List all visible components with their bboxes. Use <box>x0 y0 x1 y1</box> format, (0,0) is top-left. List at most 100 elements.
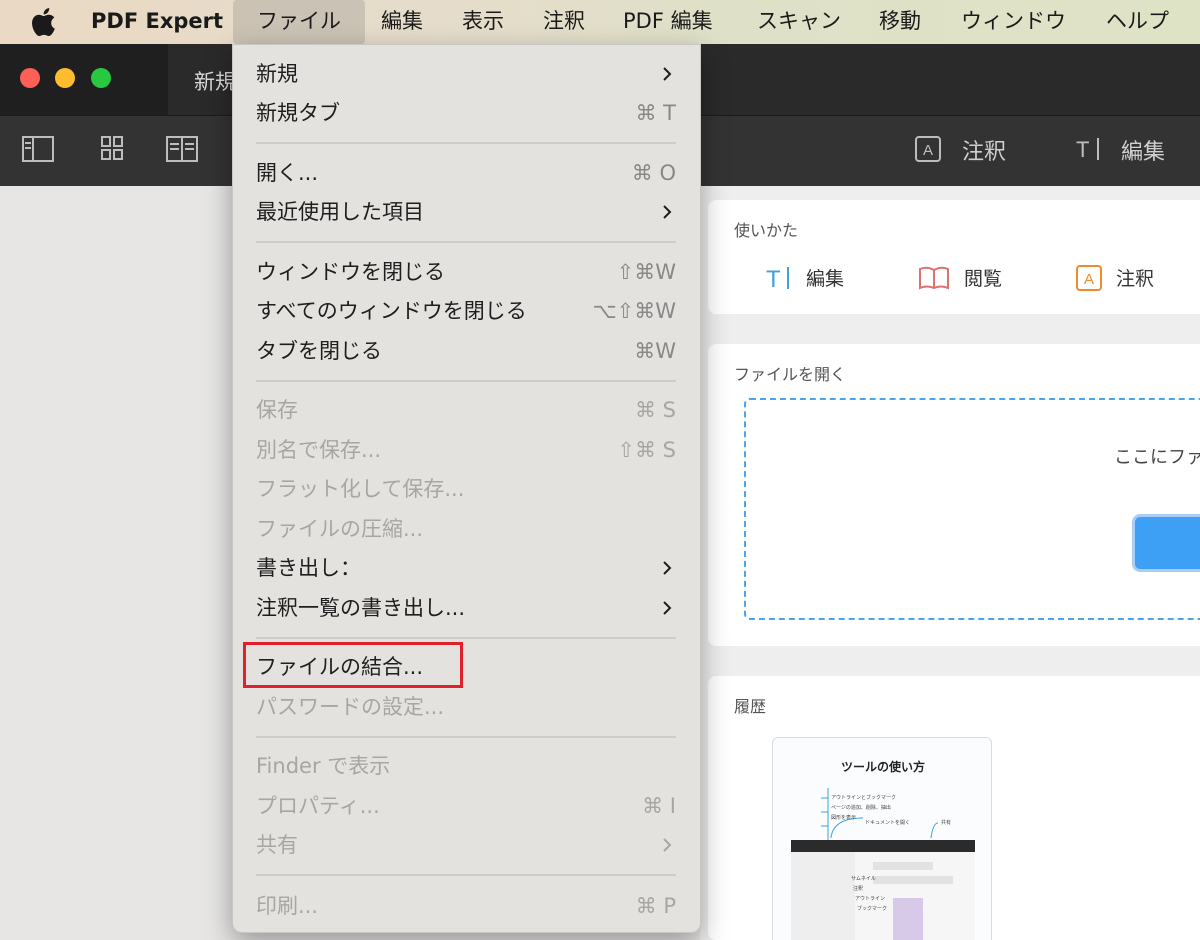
menu-file[interactable]: ファイル <box>233 0 365 44</box>
menu-item-shortcut: ⇧⌘ S <box>617 438 676 462</box>
chevron-right-icon <box>663 601 672 615</box>
grid-view-icon[interactable] <box>101 136 123 160</box>
menu-item-label: 書き出し： <box>256 556 361 580</box>
menu-item-shortcut: ⌘ O <box>631 161 676 185</box>
chevron-right-icon <box>663 561 672 575</box>
menu-annotate[interactable]: 注釈 <box>543 0 585 44</box>
menu-item-set-password[interactable]: パスワードの設定... <box>256 687 676 727</box>
menu-app-name[interactable]: PDF Expert <box>91 0 223 44</box>
menu-item-print[interactable]: 印刷... ⌘ P <box>256 886 676 926</box>
menu-item-export[interactable]: 書き出し： <box>256 548 676 588</box>
menu-item-show-in-finder[interactable]: Finder で表示 <box>256 746 676 786</box>
menu-separator <box>256 736 676 738</box>
menu-item-shortcut: ⌥⇧⌘W <box>592 299 676 323</box>
menu-item-compress[interactable]: ファイルの圧縮... <box>256 509 676 549</box>
menu-item-flatten-save[interactable]: フラット化して保存... <box>256 469 676 509</box>
choose-file-button[interactable] <box>1132 514 1200 572</box>
menu-item-shortcut: ⌘ S <box>634 398 676 422</box>
usage-edit-label: 編集 <box>806 268 845 290</box>
thumbnail-text: 注釈 <box>853 886 864 892</box>
usage-annotate-item[interactable]: A 注釈 <box>1076 264 1154 291</box>
menu-item-label: プロパティ... <box>256 794 380 818</box>
minimize-window-button[interactable] <box>55 68 75 88</box>
menu-item-open[interactable]: 開く... ⌘ O <box>256 153 676 193</box>
usage-annotate-label: 注釈 <box>1116 268 1155 290</box>
apple-icon[interactable] <box>30 7 56 37</box>
menu-item-label: フラット化して保存... <box>256 477 465 501</box>
menu-separator <box>256 874 676 876</box>
edit-text-mode-icon[interactable]: T <box>1076 136 1102 162</box>
annotate-icon: A <box>1076 264 1102 291</box>
usage-read-item[interactable]: 閲覧 <box>918 264 1002 291</box>
thumbnail-text: アウトライン <box>855 896 886 902</box>
menu-item-export-annotations[interactable]: 注釈一覧の書き出し... <box>256 588 676 628</box>
menu-go[interactable]: 移動 <box>879 0 921 44</box>
menu-item-label: ファイルの圧縮... <box>256 517 424 541</box>
menu-scan[interactable]: スキャン <box>757 0 841 44</box>
chevron-right-icon <box>663 205 672 219</box>
toolbar-edit-label[interactable]: 編集 <box>1121 134 1165 166</box>
thumbnail-text: ページの追加、削除、抽出 <box>831 805 891 811</box>
merge-files-highlight-box <box>243 642 463 688</box>
menu-item-open-recent[interactable]: 最近使用した項目 <box>256 192 676 232</box>
menu-item-label: Finder で表示 <box>256 754 391 778</box>
sidebar-toggle-icon[interactable] <box>22 136 54 162</box>
menu-item-label: 保存 <box>256 398 298 422</box>
menu-pdf-edit[interactable]: PDF 編集 <box>623 0 713 44</box>
menu-item-label: タブを閉じる <box>256 339 382 363</box>
usage-card-title: 使いかた <box>734 221 799 240</box>
menu-item-label: 最近使用した項目 <box>256 200 424 224</box>
toolbar-annotate-label[interactable]: 注釈 <box>962 134 1006 166</box>
menu-item-close-all-windows[interactable]: すべてのウィンドウを閉じる ⌥⇧⌘W <box>256 291 676 331</box>
menu-item-save[interactable]: 保存 ⌘ S <box>256 390 676 430</box>
menu-edit[interactable]: 編集 <box>381 0 423 44</box>
svg-text:T: T <box>766 266 781 291</box>
menu-item-properties[interactable]: プロパティ... ⌘ I <box>256 786 676 826</box>
thumbnail-text: アウトラインとブックマーク <box>831 795 897 801</box>
menu-help[interactable]: ヘルプ <box>1106 0 1169 44</box>
history-card-title: 履歴 <box>734 697 767 716</box>
menu-item-shortcut: ⌘ I <box>642 794 676 818</box>
thumbnail-text: ブックマーク <box>857 906 888 912</box>
menu-separator <box>256 241 676 243</box>
reading-view-icon[interactable] <box>166 136 198 162</box>
edit-text-icon: T <box>766 266 789 291</box>
menu-item-new-tab[interactable]: 新規タブ ⌘ T <box>256 93 676 133</box>
close-window-button[interactable] <box>20 68 40 88</box>
menu-item-label: 新規タブ <box>256 101 340 125</box>
menu-item-label: パスワードの設定... <box>256 695 445 719</box>
menu-item-label: 新規 <box>256 62 298 86</box>
menu-item-new[interactable]: 新規 <box>256 54 676 94</box>
usage-card: 使いかた <box>708 200 1200 314</box>
document-tab[interactable]: 新規 <box>194 66 236 96</box>
chevron-right-icon <box>663 838 672 852</box>
menu-window[interactable]: ウィンドウ <box>961 0 1066 44</box>
menu-item-close-tab[interactable]: タブを閉じる ⌘W <box>256 331 676 371</box>
drop-zone-text: ここにファ <box>1114 447 1200 468</box>
thumbnail-text: ドキュメントを開く <box>865 820 911 826</box>
menu-separator <box>256 637 676 639</box>
svg-text:T: T <box>1076 137 1089 162</box>
menu-item-label: 別名で保存... <box>256 438 382 462</box>
recent-document-thumbnail[interactable]: ツールの使い方 アウトラインとブックマーク ページの追加、削除、抽出 図形を表示… <box>772 737 992 940</box>
menu-item-close-window[interactable]: ウィンドウを閉じる ⇧⌘W <box>256 252 676 292</box>
menu-bar: PDF Expert ファイル 編集 表示 注釈 PDF 編集 スキャン 移動 … <box>0 0 1200 44</box>
chevron-right-icon <box>663 67 672 81</box>
thumbnail-text: サムネイル <box>851 876 876 882</box>
menu-item-share[interactable]: 共有 <box>256 825 676 865</box>
menu-separator <box>256 380 676 382</box>
usage-read-label: 閲覧 <box>964 268 1003 290</box>
menu-view[interactable]: 表示 <box>462 0 504 44</box>
file-drop-zone[interactable] <box>744 398 1200 620</box>
annotate-mode-icon[interactable]: A <box>915 136 941 162</box>
menu-item-save-as[interactable]: 別名で保存... ⇧⌘ S <box>256 430 676 470</box>
menu-item-label: 印刷... <box>256 894 319 918</box>
thumbnail-text: 共有 <box>941 820 952 826</box>
menu-item-shortcut: ⌘ P <box>635 894 676 918</box>
menu-item-label: すべてのウィンドウを閉じる <box>256 299 527 323</box>
menu-separator <box>256 142 676 144</box>
usage-edit-item[interactable]: T 編集 <box>766 264 844 291</box>
zoom-window-button[interactable] <box>91 68 111 88</box>
svg-text:A: A <box>1084 271 1094 288</box>
menu-item-label: 注釈一覧の書き出し... <box>256 596 466 620</box>
